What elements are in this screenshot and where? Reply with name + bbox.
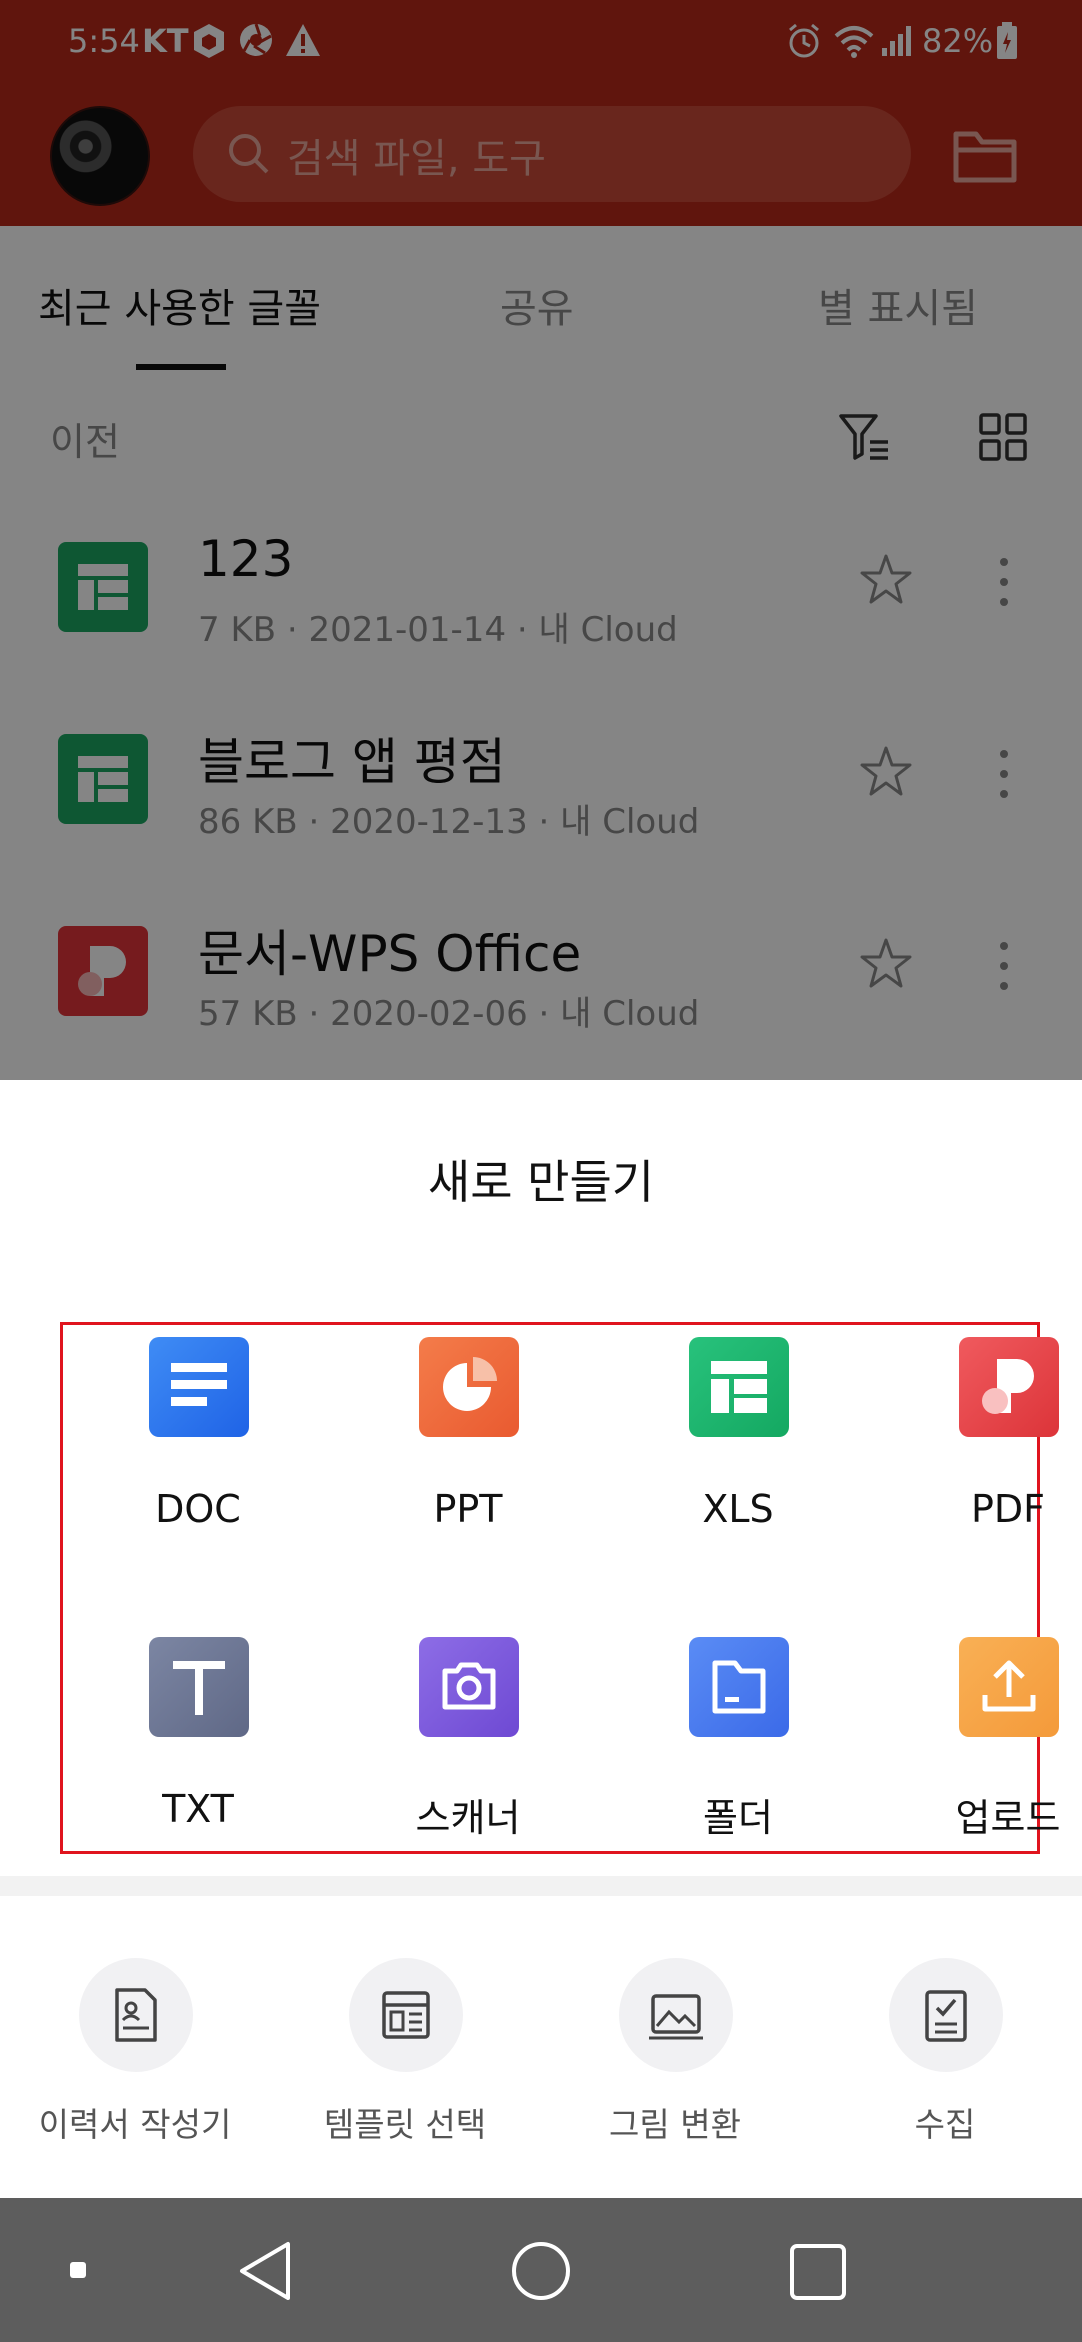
- create-new-sheet: 새로 만들기 DOC PPT XLS PDF TXT 스캐너 폴더 업로드 이력…: [0, 1080, 1082, 2198]
- image-convert-button[interactable]: 그림 변환: [540, 1958, 810, 2158]
- create-xls-button[interactable]: XLS: [603, 1337, 873, 1537]
- doc-icon: [149, 1337, 249, 1437]
- create-doc-button[interactable]: DOC: [63, 1337, 333, 1537]
- ppt-icon: [419, 1337, 519, 1437]
- collect-button[interactable]: 수집: [810, 1958, 1080, 2158]
- scanner-button[interactable]: 스캐너: [333, 1637, 603, 1840]
- txt-icon: [149, 1637, 249, 1737]
- collect-icon: [925, 1990, 967, 2042]
- create-item-label: 업로드: [955, 1796, 1061, 1840]
- camera-icon: [419, 1637, 519, 1737]
- xls-icon: [689, 1337, 789, 1437]
- upload-button[interactable]: 업로드: [873, 1637, 1082, 1840]
- create-item-label: PPT: [433, 1487, 503, 1531]
- upload-icon: [959, 1637, 1059, 1737]
- create-folder-button[interactable]: 폴더: [603, 1637, 873, 1840]
- create-pdf-button[interactable]: PDF: [873, 1337, 1082, 1537]
- create-item-label: PDF: [970, 1487, 1046, 1531]
- home-icon[interactable]: [510, 2240, 572, 2302]
- recent-dot-icon[interactable]: [70, 2262, 86, 2278]
- resume-maker-button[interactable]: 이력서 작성기: [0, 1958, 270, 2158]
- tool-label: 이력서 작성기: [38, 2105, 232, 2144]
- tool-label: 그림 변환: [609, 2105, 741, 2144]
- create-item-label: 폴더: [703, 1796, 773, 1840]
- overview-icon[interactable]: [788, 2242, 848, 2302]
- create-ppt-button[interactable]: PPT: [333, 1337, 603, 1537]
- modal-scrim[interactable]: [0, 0, 1082, 1080]
- sheet-divider: [0, 1876, 1082, 1896]
- tool-label: 수집: [914, 2105, 976, 2144]
- sheet-title: 새로 만들기: [427, 1155, 655, 1209]
- folder-icon: [689, 1637, 789, 1737]
- image-convert-icon: [649, 1994, 703, 2040]
- template-select-button[interactable]: 템플릿 선택: [270, 1958, 540, 2158]
- template-icon: [382, 1991, 430, 2039]
- tool-label: 템플릿 선택: [323, 2105, 487, 2144]
- create-item-label: DOC: [155, 1487, 241, 1531]
- back-icon[interactable]: [236, 2240, 294, 2302]
- create-item-label: 스캐너: [415, 1796, 521, 1840]
- create-item-label: TXT: [162, 1787, 234, 1831]
- create-options-grid: DOC PPT XLS PDF TXT 스캐너 폴더 업로드: [60, 1322, 1060, 1854]
- create-item-label: XLS: [702, 1487, 774, 1531]
- resume-icon: [115, 1988, 157, 2042]
- create-txt-button[interactable]: TXT: [63, 1637, 333, 1837]
- navigation-bar: [0, 2198, 1082, 2342]
- pdf-icon: [959, 1337, 1059, 1437]
